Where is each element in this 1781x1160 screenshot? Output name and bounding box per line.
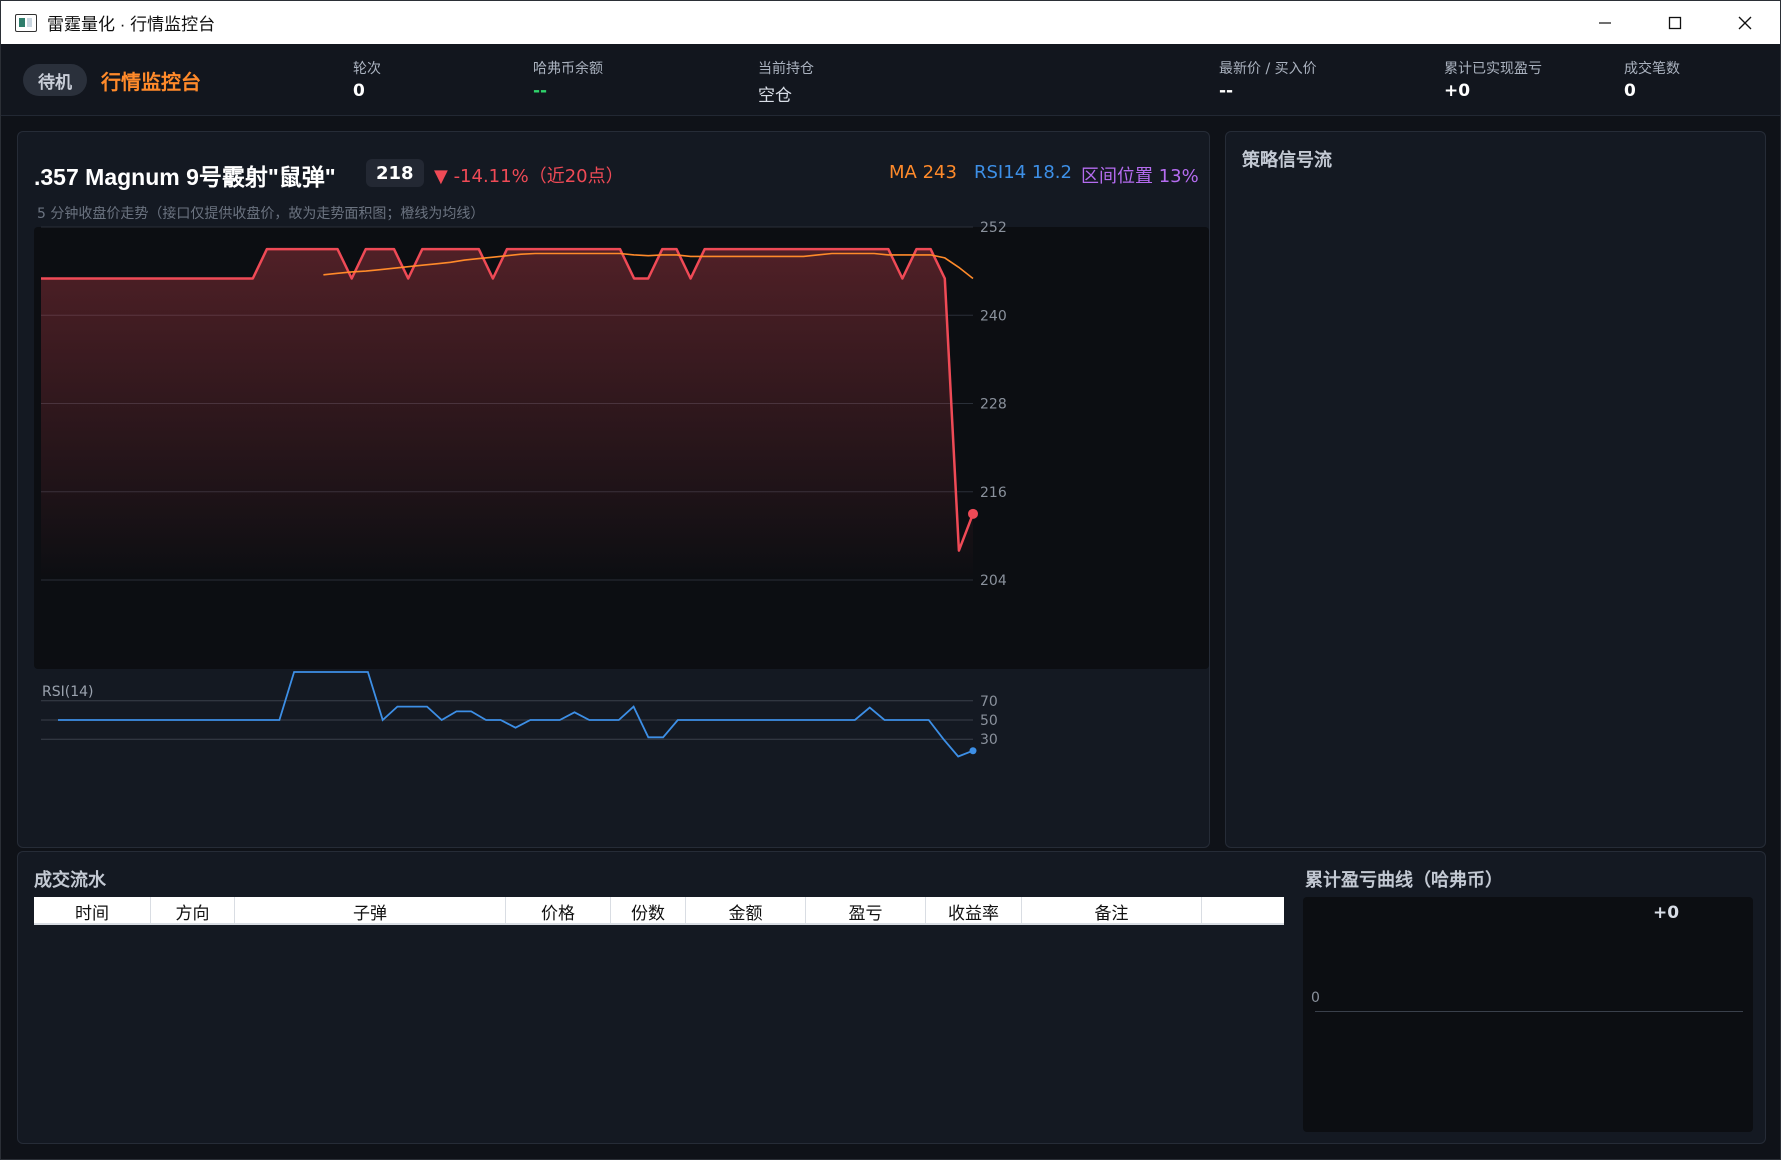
stat-price-label: 最新价 / 买入价 — [1219, 61, 1317, 77]
price-tick-label: 240 — [980, 308, 1007, 324]
stat-price: 最新价 / 买入价 -- — [1219, 58, 1317, 101]
price-area — [41, 249, 973, 580]
column-header-price[interactable]: 价格 — [506, 897, 611, 925]
price-chart-panel: .357 Magnum 9号霰射"鼠弹" 218 ▼ -14.11%（近20点）… — [17, 131, 1210, 848]
stat-balance-value: -- — [533, 81, 548, 101]
price-chart: 252 240 228 216 204 70 50 30 — [41, 220, 1007, 758]
rsi-tick-label: 50 — [980, 713, 998, 729]
app-window: 雷霆量化 · 行情监控台 待机 行情监控台 轮次 0 哈弗币余额 -- 当前持仓 — [0, 0, 1781, 1160]
stat-trades-value: 0 — [1624, 81, 1636, 101]
stat-position: 当前持仓 空仓 — [758, 58, 814, 106]
trade-table-header: 时间 方向 子弹 价格 份数 金额 盈亏 收益率 备注 — [34, 897, 1284, 925]
price-tick-label: 216 — [980, 485, 1007, 501]
price-tick-label: 204 — [980, 573, 1007, 589]
signal-panel-title: 策略信号流 — [1242, 150, 1332, 171]
column-header-quantity[interactable]: 份数 — [611, 897, 686, 925]
pnl-chart-title: 累计盈亏曲线（哈弗币） — [1305, 870, 1503, 891]
stat-trades-label: 成交笔数 — [1624, 61, 1680, 77]
column-header-notes[interactable]: 备注 — [1022, 897, 1202, 925]
column-header-time[interactable]: 时间 — [34, 897, 151, 925]
stat-balance: 哈弗币余额 -- — [533, 58, 603, 101]
column-header-return[interactable]: 收益率 — [926, 897, 1022, 925]
trade-panel-title: 成交流水 — [34, 870, 106, 891]
column-header-direction[interactable]: 方向 — [151, 897, 235, 925]
stat-round-value: 0 — [353, 81, 365, 101]
column-header-pnl[interactable]: 盈亏 — [806, 897, 926, 925]
pnl-chart: +0 0 — [1303, 897, 1753, 1132]
stat-trades: 成交笔数 0 — [1624, 58, 1680, 101]
rsi-tick-label: 70 — [980, 694, 998, 710]
last-price-marker — [968, 508, 978, 519]
stat-balance-label: 哈弗币余额 — [533, 61, 603, 77]
pnl-zero-tick: 0 — [1311, 990, 1320, 1006]
stat-round-label: 轮次 — [353, 61, 381, 77]
column-header-amount[interactable]: 金额 — [686, 897, 806, 925]
price-tick-label: 228 — [980, 397, 1007, 413]
close-button[interactable] — [1710, 1, 1780, 44]
stat-position-label: 当前持仓 — [758, 61, 814, 77]
stat-round: 轮次 0 — [353, 58, 381, 101]
window-controls — [1570, 1, 1780, 44]
maximize-button[interactable] — [1640, 1, 1710, 44]
rsi-tick-label: 30 — [980, 732, 998, 748]
last-rsi-marker — [969, 747, 977, 755]
rsi-label: RSI(14) — [42, 684, 94, 700]
stat-pnl-label: 累计已实现盈亏 — [1444, 61, 1542, 77]
title-bar[interactable]: 雷霆量化 · 行情监控台 — [1, 1, 1780, 44]
trade-panel: 成交流水 时间 方向 子弹 价格 份数 金额 盈亏 收益率 备注 累计盈亏曲线（… — [17, 851, 1766, 1144]
page-title: 行情监控台 — [101, 70, 201, 94]
status-badge: 待机 — [23, 64, 87, 96]
maximize-icon — [1668, 16, 1682, 29]
close-icon — [1738, 16, 1752, 29]
app-icon — [15, 13, 37, 32]
stat-pnl: 累计已实现盈亏 +0 — [1444, 58, 1542, 101]
pnl-chart-value: +0 — [1653, 903, 1680, 923]
stat-price-value: -- — [1219, 81, 1234, 101]
stat-pnl-value: +0 — [1444, 81, 1471, 101]
stat-position-value: 空仓 — [758, 86, 792, 106]
signal-panel: 策略信号流 — [1225, 131, 1766, 848]
column-header-bullet[interactable]: 子弹 — [235, 897, 506, 925]
window-title: 雷霆量化 · 行情监控台 — [47, 15, 216, 34]
minimize-button[interactable] — [1570, 1, 1640, 44]
stats-header: 待机 行情监控台 轮次 0 哈弗币余额 -- 当前持仓 空仓 最新价 / 买入价… — [1, 44, 1780, 116]
rsi-line — [58, 671, 974, 758]
pnl-zero-line — [1315, 1011, 1743, 1012]
price-tick-label: 252 — [980, 220, 1007, 236]
minimize-icon — [1599, 21, 1611, 24]
column-header-filler — [1202, 897, 1284, 925]
